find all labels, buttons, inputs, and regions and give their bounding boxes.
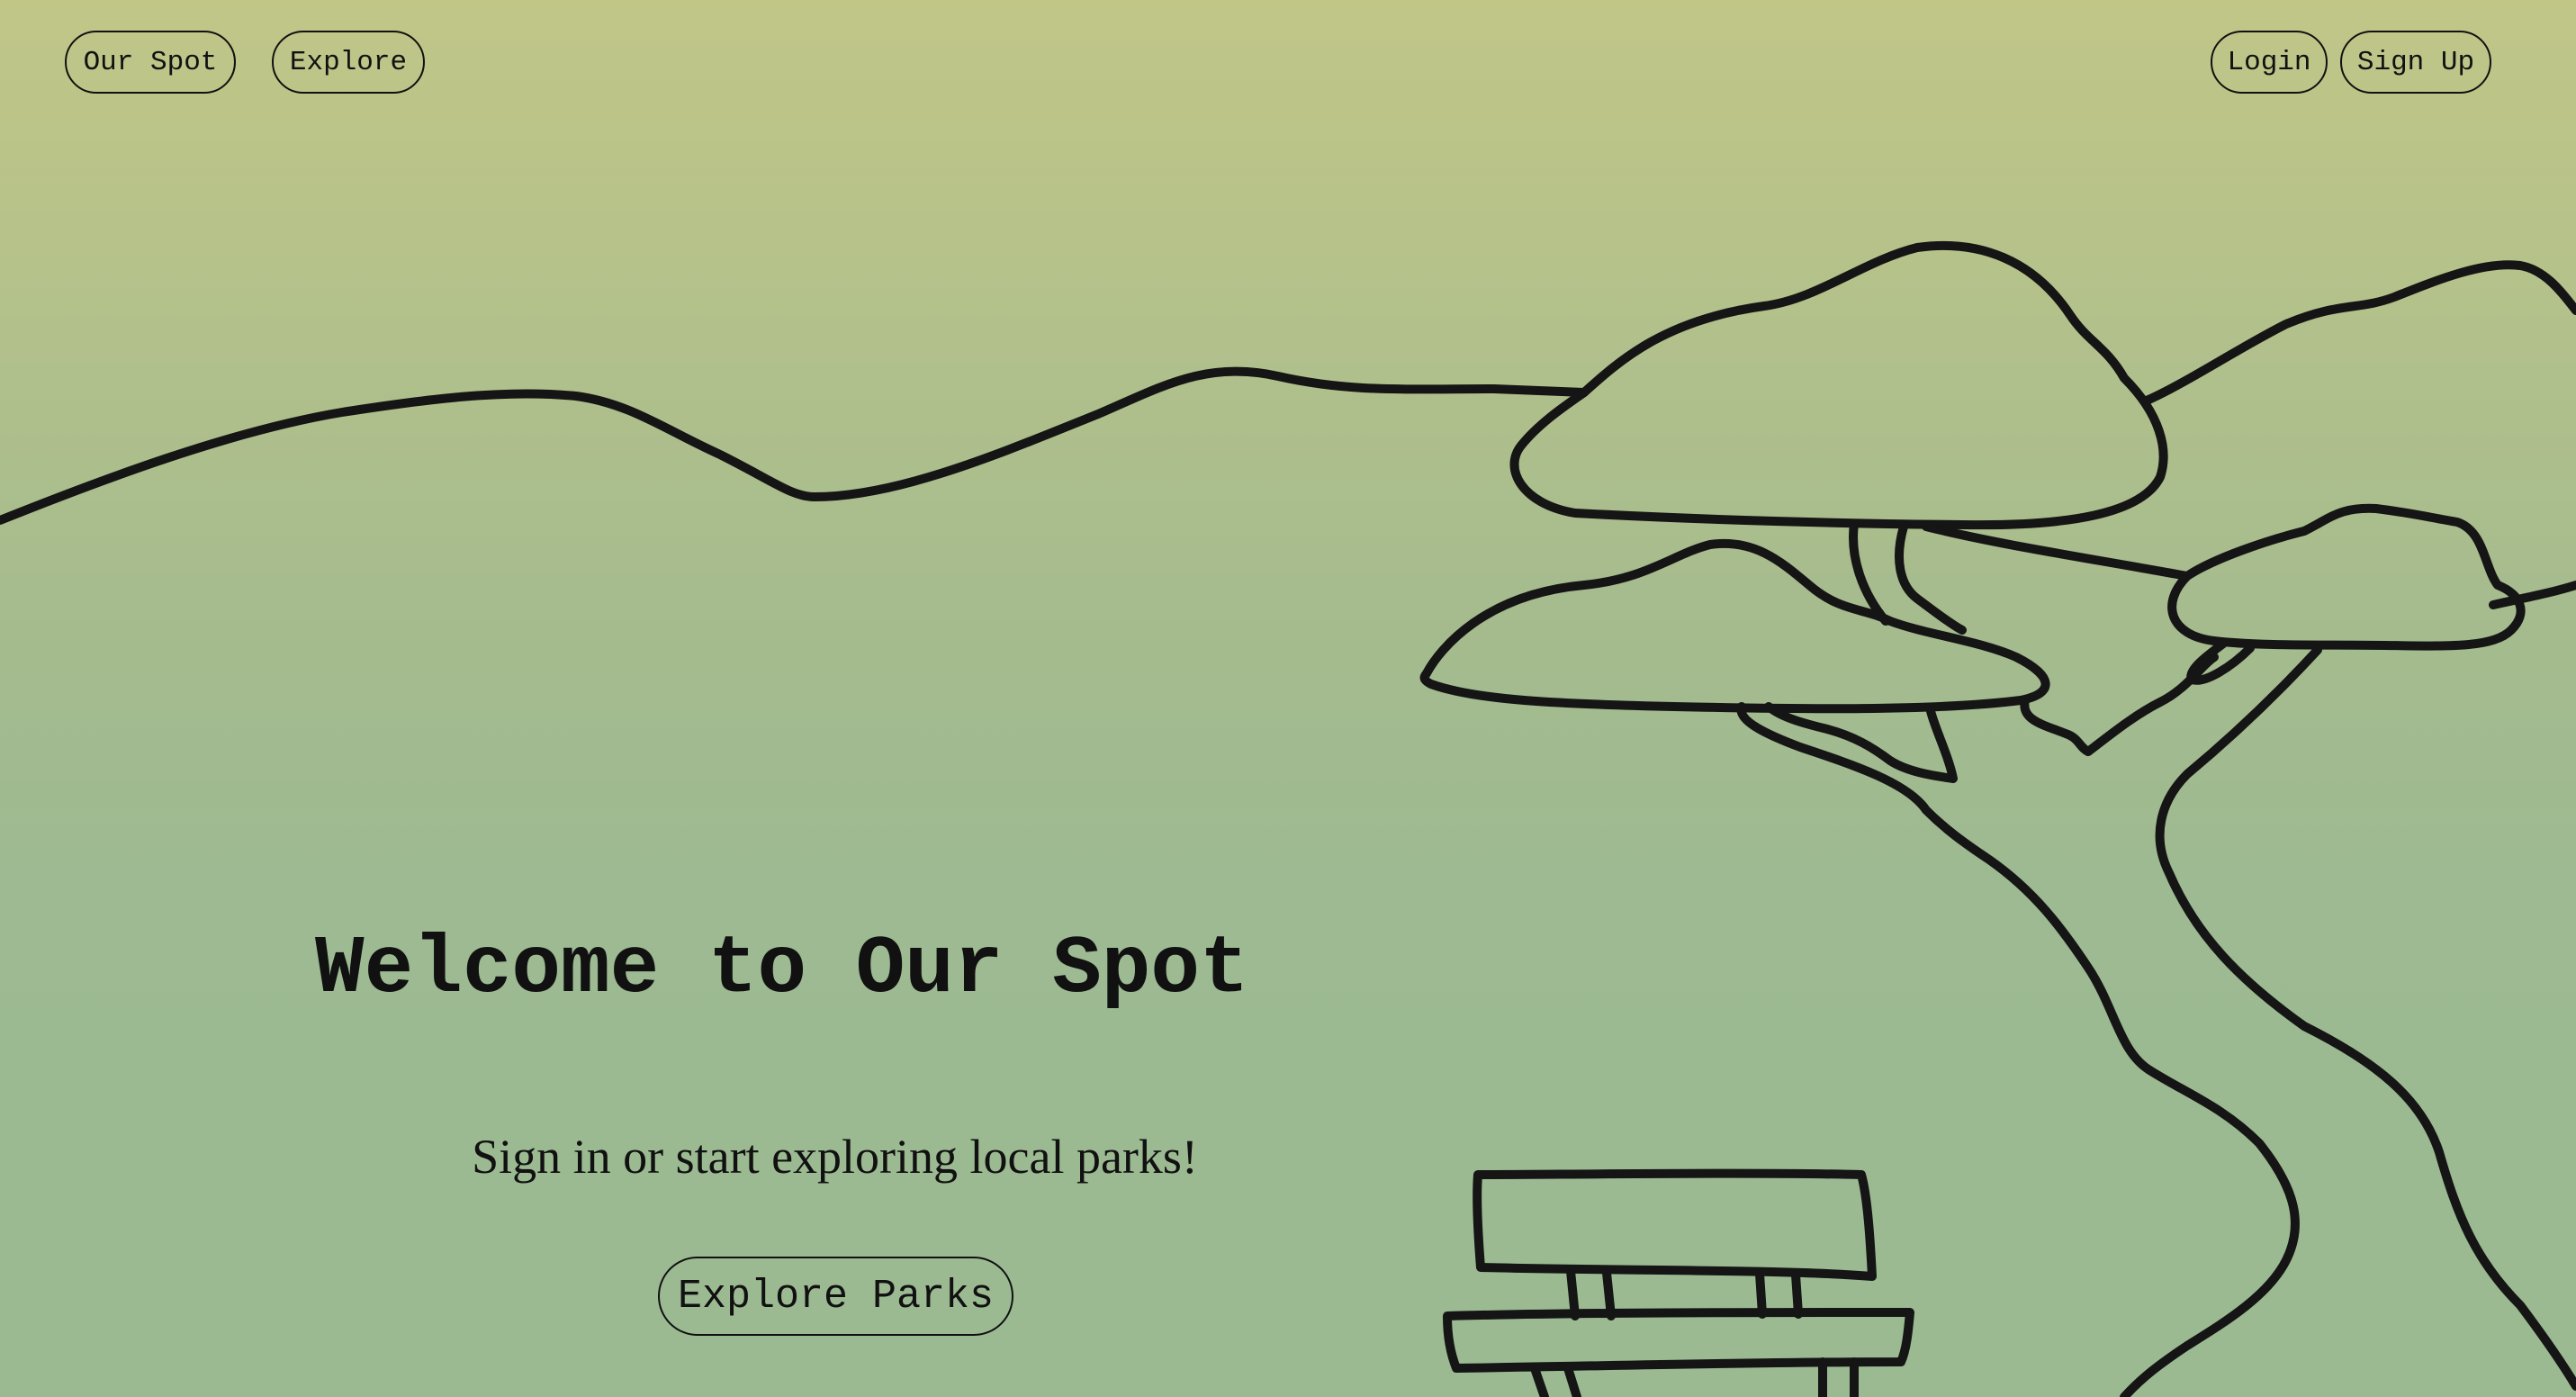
tree-trunk-upper-2 bbox=[1895, 522, 1967, 635]
hills-line bbox=[0, 366, 1589, 525]
nav-explore-button[interactable]: Explore bbox=[272, 31, 425, 94]
tree-trunk-left-branch bbox=[1736, 702, 2300, 1397]
tree-crown-right bbox=[2167, 503, 2526, 651]
bench-post-left-1 bbox=[1566, 1266, 1580, 1320]
hero-subtitle: Sign in or start exploring local parks! bbox=[472, 1130, 1198, 1184]
tree-crown-top bbox=[1509, 240, 2168, 530]
right-hill-line bbox=[2142, 260, 2576, 405]
bench-back bbox=[1473, 1168, 1877, 1281]
tree-trunk-right bbox=[2020, 653, 2219, 756]
bench-leg-left-2 bbox=[1563, 1364, 1581, 1397]
nav-brand-button[interactable]: Our Spot bbox=[65, 31, 236, 94]
hero-title: Welcome to Our Spot bbox=[315, 924, 1249, 1016]
nav-login-button[interactable]: Login bbox=[2211, 31, 2328, 94]
bench-seat bbox=[1443, 1308, 1914, 1373]
tree-branch-right bbox=[1922, 522, 2192, 581]
tree-trunk-right-main bbox=[2155, 645, 2576, 1391]
explore-parks-button[interactable]: Explore Parks bbox=[658, 1257, 1013, 1336]
bench-leg-left-1 bbox=[1530, 1364, 1549, 1397]
nav-signup-button[interactable]: Sign Up bbox=[2340, 31, 2491, 94]
